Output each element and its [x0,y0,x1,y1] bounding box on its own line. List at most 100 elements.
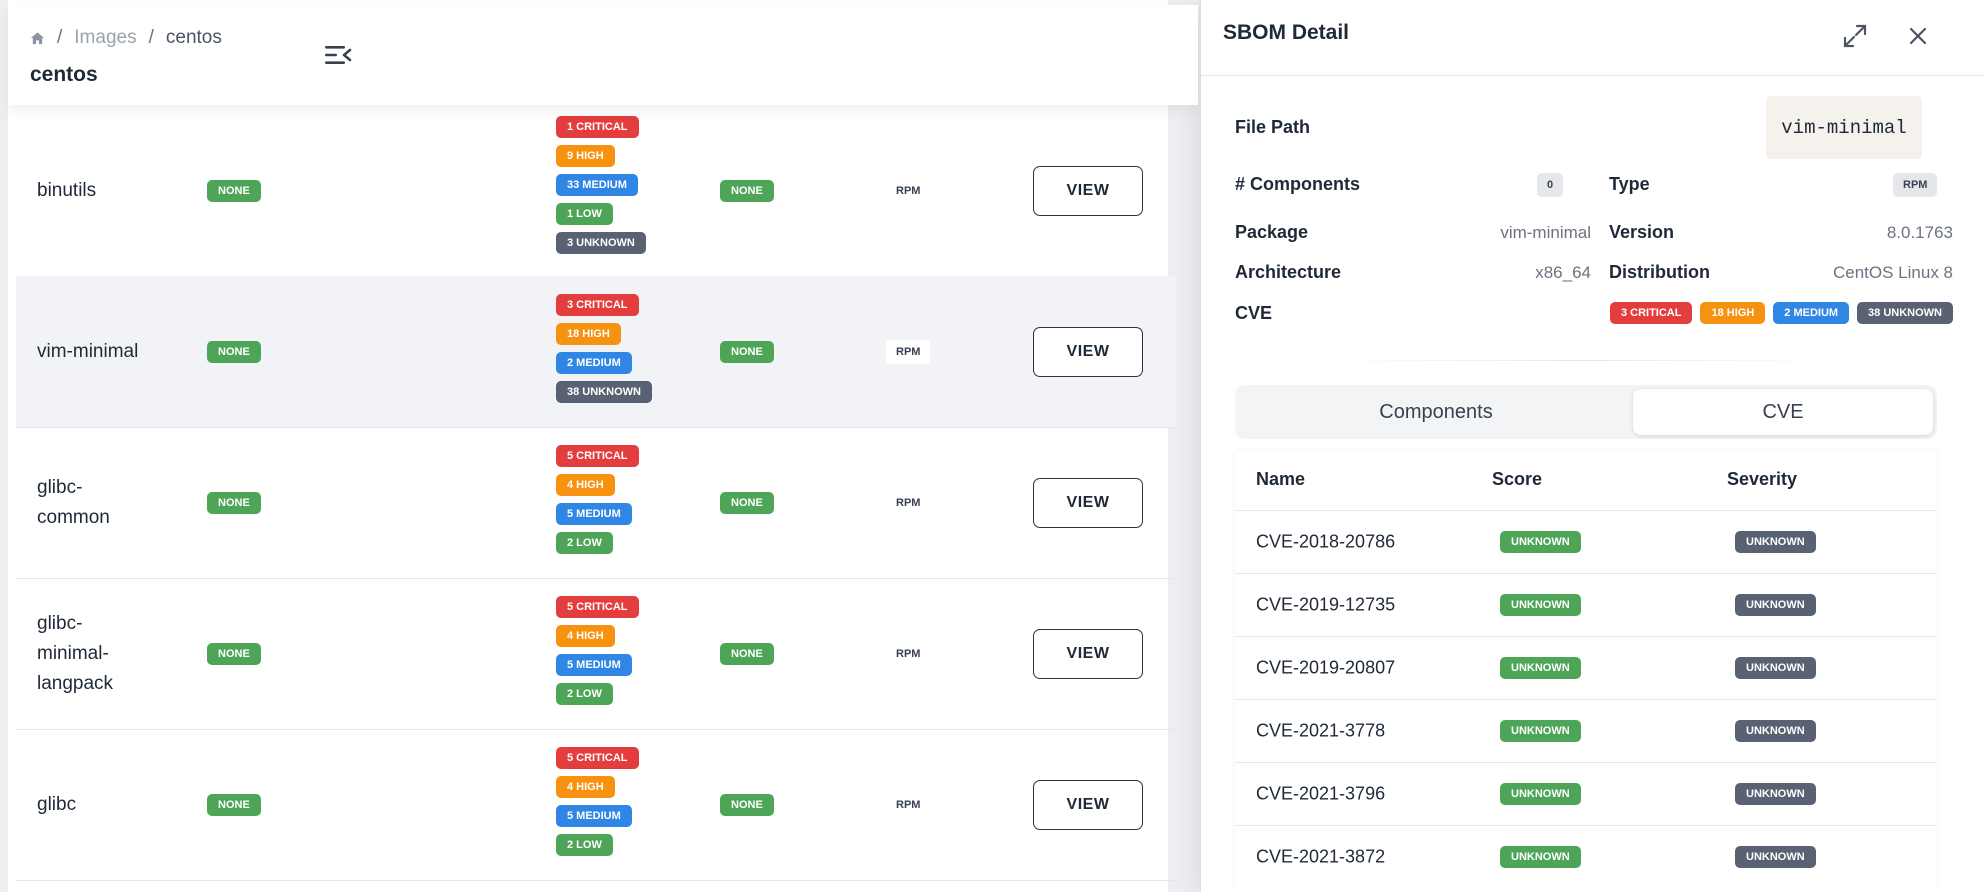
components-label: # Components [1235,174,1361,194]
cve-table: Name Score Severity CVE-2018-20786 UNKNO… [1235,450,1937,892]
view-button[interactable]: VIEW [1033,165,1143,216]
breadcrumb: / Images / centos [30,27,222,49]
severity-badge: UNKNOWN [1735,657,1816,679]
menu-collapse-icon[interactable] [323,43,353,67]
status-badge: NONE [720,491,774,514]
version-value: 8.0.1763 [1886,223,1953,242]
type-badge: RPM [1893,173,1938,197]
cve-count-badge: 2 LOW [556,683,613,705]
severity-badge: UNKNOWN [1735,594,1816,616]
breadcrumb-images[interactable]: Images [74,27,136,49]
view-button[interactable]: VIEW [1033,326,1143,377]
cve-id: CVE-2019-12735 [1256,594,1396,615]
panel-title: SBOM Detail [1223,21,1350,44]
table-row[interactable]: glibc- minimal- langpack NONE 5 CRITICAL… [16,578,1176,730]
score-badge: UNKNOWN [1500,531,1581,553]
components-count-badge: 0 [1537,173,1564,197]
cve-id: CVE-2019-20807 [1256,657,1396,678]
cve-row[interactable]: CVE-2021-3872 UNKNOWN UNKNOWN [1235,825,1937,888]
home-icon[interactable] [30,31,45,46]
cve-id: CVE-2018-20786 [1256,531,1396,552]
view-button[interactable]: VIEW [1033,628,1143,679]
view-button[interactable]: VIEW [1033,779,1143,830]
cve-count-badge: 5 CRITICAL [556,445,639,467]
architecture-value: x86_64 [1535,263,1591,282]
cve-count-badge: 4 HIGH [556,625,615,647]
severity-badge: UNKNOWN [1735,720,1816,742]
score-badge: UNKNOWN [1500,783,1581,805]
cve-count-badge: 5 MEDIUM [556,654,632,676]
distribution-label: Distribution [1609,262,1710,282]
cve-id: CVE-2021-3872 [1256,846,1386,867]
status-badge: NONE [207,340,261,363]
package-name: binutils [37,179,97,201]
page-header: / Images / centos centos [8,5,1198,105]
cve-count-badge: 2 LOW [556,532,613,554]
score-badge: UNKNOWN [1500,720,1581,742]
close-icon[interactable] [1904,22,1932,50]
status-badge: NONE [207,179,261,202]
expand-icon[interactable] [1841,22,1869,50]
cve-count-badge: 1 CRITICAL [556,116,639,138]
file-path-value: vim-minimal [1766,96,1922,159]
table-row[interactable]: glibc- common NONE 5 CRITICAL 4 HIGH 5 MED… [16,427,1176,579]
status-badge: NONE [720,340,774,363]
column-header-severity[interactable]: Severity [1727,469,1797,490]
distribution-value: CentOS Linux 8 [1832,263,1953,282]
type-label: RPM [896,647,921,660]
cve-row[interactable]: CVE-2019-12735 UNKNOWN UNKNOWN [1235,573,1937,636]
cve-badges: 5 CRITICAL 4 HIGH 5 MEDIUM 2 LOW [556,445,639,554]
cve-summary: 3 CRITICAL 18 HIGH 2 MEDIUM 38 UNKNOWN [1609,302,1953,324]
cve-count-badge: 4 HIGH [556,474,615,496]
cve-count-badge: 3 UNKNOWN [556,232,646,254]
detail-tabs: Components CVE [1235,385,1937,439]
cve-label: CVE [1235,303,1273,323]
package-name: vim-minimal [37,340,139,362]
type-label: RPM [896,798,921,811]
cve-count-badge: 1 LOW [556,203,613,225]
cve-count-badge: 5 CRITICAL [556,747,639,769]
status-badge: NONE [720,793,774,816]
type-label: Type [1609,174,1650,194]
cve-row[interactable]: CVE-2018-20786 UNKNOWN UNKNOWN [1235,510,1937,573]
tab-cve[interactable]: CVE [1633,389,1933,435]
packages-table: binutils NONE 1 CRITICAL 9 HIGH 33 MEDIUM 1… [8,0,1176,892]
status-badge: NONE [207,642,261,665]
cve-badges: 5 CRITICAL 4 HIGH 5 MEDIUM 2 LOW [556,596,639,705]
cve-count-badge: 5 MEDIUM [556,503,632,525]
package-name: glibc- minimal- langpack [37,612,114,694]
type-label: RPM [896,184,921,197]
column-header-name[interactable]: Name [1256,469,1305,490]
cve-id: CVE-2021-3778 [1256,720,1386,741]
column-header-score[interactable]: Score [1492,469,1542,490]
severity-badge: UNKNOWN [1735,531,1816,553]
architecture-label: Architecture [1235,262,1342,282]
cve-badges: 1 CRITICAL 9 HIGH 33 MEDIUM 1 LOW 3 UNKNOWN [556,116,646,254]
status-badge: NONE [720,642,774,665]
cve-summary-badge: 38 UNKNOWN [1857,302,1953,324]
breadcrumb-separator: / [148,27,154,48]
table-row[interactable]: vim-minimal NONE 3 CRITICAL 18 HIGH 2 MEDI… [16,276,1176,428]
cve-count-badge: 18 HIGH [556,323,621,345]
panel-header: SBOM Detail [1201,0,1984,76]
cve-summary-badge: 3 CRITICAL [1609,302,1693,324]
view-button[interactable]: VIEW [1033,477,1143,528]
tab-components[interactable]: Components [1239,389,1633,435]
package-name: glibc- common [37,476,110,528]
cve-row[interactable]: CVE-2021-3796 UNKNOWN UNKNOWN [1235,762,1937,825]
table-row[interactable]: binutils NONE 1 CRITICAL 9 HIGH 33 MEDIUM 1… [16,105,1176,277]
cve-row[interactable]: CVE-2019-20807 UNKNOWN UNKNOWN [1235,636,1937,699]
severity-badge: UNKNOWN [1735,783,1816,805]
package-name: glibc [37,793,77,815]
type-label: RPM [896,496,921,509]
status-badge: NONE [207,793,261,816]
cve-badges: 3 CRITICAL 18 HIGH 2 MEDIUM 38 UNKNOWN [556,294,652,403]
package-label: Package [1235,222,1309,242]
score-badge: UNKNOWN [1500,594,1581,616]
table-row[interactable]: glibc NONE 5 CRITICAL 4 HIGH 5 MEDIUM 2 LOW… [16,729,1176,881]
cve-row[interactable]: CVE-2021-3778 UNKNOWN UNKNOWN [1235,699,1937,762]
type-label: RPM [886,339,931,364]
cve-count-badge: 33 MEDIUM [556,174,638,196]
version-label: Version [1609,222,1675,242]
cve-summary-badge: 18 HIGH [1700,302,1766,324]
